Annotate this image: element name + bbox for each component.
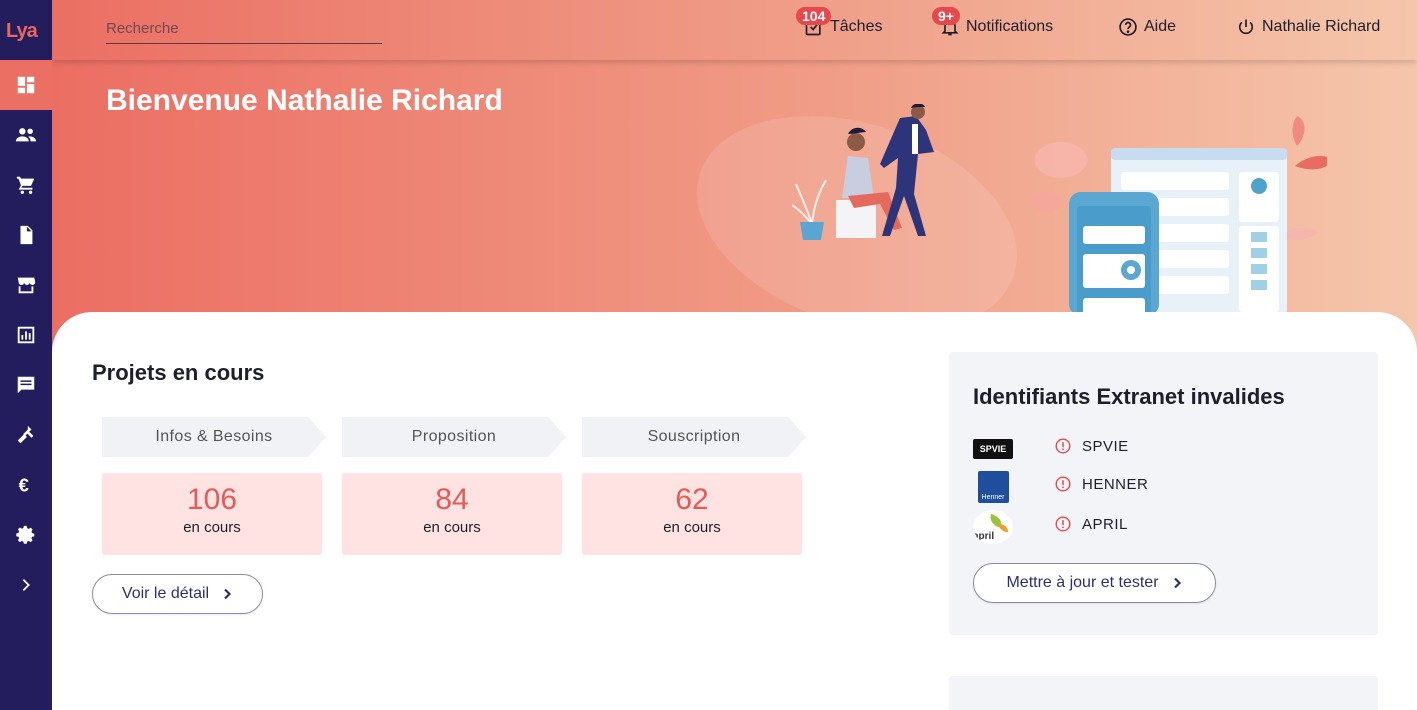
notifications-label: Notifications [966,18,1054,35]
settings-icon [16,525,35,544]
lya-logo-icon: Lya [6,20,40,42]
top-bar: 104 Tâches 9+ Notifications Aide Nathali… [52,0,1417,60]
help-icon [1119,18,1137,36]
sidebar: Lya € [0,0,52,710]
sidebar-item-reports[interactable] [0,310,52,360]
stat-souscription[interactable]: 62 en cours [582,473,802,555]
chevron-right-icon [22,579,30,591]
svg-text:Lya: Lya [6,20,39,42]
dashboard-icon [17,76,35,94]
sidebar-item-cart[interactable] [0,160,52,210]
sidebar-item-finance[interactable]: € [0,460,52,510]
step-label: Proposition [411,428,497,445]
projects-title: Projets en cours [92,360,265,385]
chevron-right-icon [224,588,232,600]
view-detail-label: Voir le détail [121,585,210,602]
stat-label: en cours [183,519,241,536]
sidebar-item-tools[interactable] [0,410,52,460]
step-souscription: Souscription [582,417,806,457]
sidebar-item-store[interactable] [0,260,52,310]
message-icon [17,376,35,394]
april-logo: april [973,510,1013,544]
stat-proposition[interactable]: 84 en cours [342,473,562,555]
store-icon [17,277,36,294]
extranet-item-april[interactable]: april APRIL [973,510,1353,544]
stat-label: en cours [663,519,721,536]
main-area: Bienvenue Nathalie Richard Recherche 104… [52,0,1417,710]
warning-icon [1055,438,1071,454]
sidebar-item-settings[interactable] [0,510,52,560]
view-detail-button[interactable]: Voir le détail [92,574,263,614]
stat-count: 84 [435,483,469,516]
stat-count: 62 [675,483,709,516]
extranet-item-spvie[interactable]: SPVIE SPVIE [973,432,1353,466]
chevron-right-icon [1173,577,1181,589]
sidebar-expand-button[interactable] [0,560,52,610]
spvie-logo: SPVIE [973,432,1013,466]
step-label: Infos & Besoins [155,428,273,445]
help-label: Aide [1144,18,1177,35]
extranet-name: HENNER [1082,476,1149,493]
tasks-badge: 104 [796,7,832,25]
warning-icon [1055,476,1071,492]
help-button[interactable]: Aide [1118,17,1176,37]
tasks-label: Tâches [830,18,883,35]
step-proposition: Proposition [342,417,566,457]
document-icon [20,225,33,245]
update-test-button[interactable]: Mettre à jour et tester [973,563,1216,603]
people-icon [15,128,37,142]
devices-illustration [1031,116,1327,316]
brand-logo[interactable]: Lya [0,0,52,60]
sidebar-item-documents[interactable] [0,210,52,260]
people-illustration [792,104,934,240]
notifications-button[interactable]: 9+ Notifications [932,7,1054,37]
henner-logo: Henner [973,470,1013,504]
sidebar-item-contacts[interactable] [0,110,52,160]
euro-icon: € [19,474,29,495]
secondary-card [949,676,1378,710]
step-infos-besoins: Infos & Besoins [102,417,326,457]
svg-text:€: € [19,474,29,495]
update-test-label: Mettre à jour et tester [1006,574,1159,591]
logout-user-button[interactable]: Nathalie Richard [1236,17,1380,37]
welcome-title: Bienvenue Nathalie Richard [106,84,503,117]
extranet-name: APRIL [1082,516,1128,533]
chart-icon [17,326,35,344]
stat-infos-besoins[interactable]: 106 en cours [102,473,322,555]
extranet-name: SPVIE [1082,438,1129,455]
tasks-button[interactable]: 104 Tâches [796,7,883,37]
stat-label: en cours [423,519,481,536]
notifications-badge: 9+ [932,7,960,25]
power-icon [1238,19,1254,35]
cart-icon [16,176,35,194]
stat-count: 106 [186,483,238,516]
user-name-label: Nathalie Richard [1262,18,1381,35]
sidebar-item-messages[interactable] [0,360,52,410]
step-label: Souscription [647,428,741,445]
extranet-item-henner[interactable]: Henner HENNER [973,470,1353,504]
sidebar-item-dashboard[interactable] [0,60,52,110]
tools-icon [17,425,34,444]
warning-icon [1055,516,1071,532]
search-input[interactable] [106,14,382,44]
extranet-card: Identifiants Extranet invalides SPVIE SP… [949,352,1378,635]
extranet-title: Identifiants Extranet invalides [973,384,1285,409]
